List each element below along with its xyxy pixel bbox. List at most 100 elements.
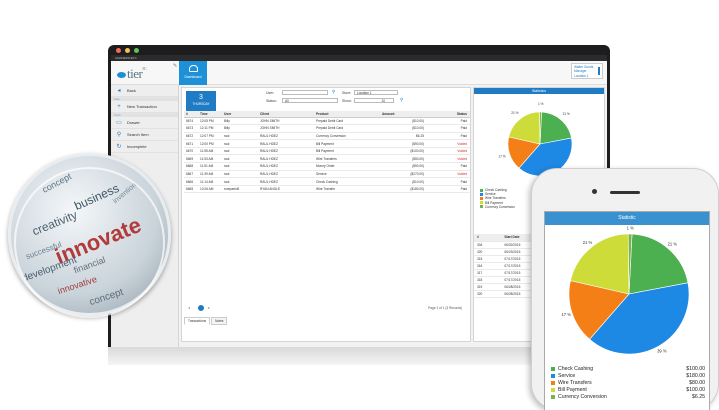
phone-legend: Check Cashing $100.00 Service $180.00 Wire T… — [551, 366, 705, 400]
user-filter-label: User: — [266, 91, 275, 95]
legend-swatch — [480, 205, 483, 209]
app-logo: tierEC — [117, 66, 147, 82]
table-row[interactable]: 6671 12:00 PM raul RAUL HDEZ Bill Payment ($9… — [184, 139, 470, 148]
user-filter-input[interactable] — [282, 90, 328, 95]
dashboard-tab[interactable]: Dashboard — [179, 61, 207, 85]
cell-time: 12:05 PM — [198, 117, 222, 126]
cell-amount: ($10.00) — [380, 177, 438, 186]
table-row[interactable]: 6672 12:07 PM raul RAUL HDEZ Currency Conver… — [184, 132, 470, 141]
next-page-icon[interactable]: ▸ — [208, 305, 210, 310]
pie-slice-label: 39 % — [657, 349, 667, 354]
user-menu-handle-icon — [598, 67, 600, 75]
sidebar-item-label: Search Item — [127, 132, 149, 137]
sidebar-item-back[interactable]: ◂ Back — [111, 85, 178, 97]
phone-legend-label: Wire Transfers — [558, 379, 592, 386]
phone-legend-label-group: Bill Payment — [551, 387, 587, 393]
apply-filter-search-icon[interactable]: ⚲ — [400, 97, 403, 103]
cell-product: Wire Transfer — [314, 185, 380, 194]
schedule-cell: 319 — [474, 283, 502, 291]
current-page-button[interactable] — [198, 305, 204, 311]
cell-user: raul — [222, 154, 258, 164]
phone-camera-icon — [592, 189, 597, 194]
phone-legend-item: Bill Payment $100.00 — [551, 386, 705, 393]
cell-num: 6674 — [184, 117, 198, 126]
legend-swatch — [551, 387, 555, 392]
maximize-dot-icon[interactable] — [134, 48, 139, 53]
cell-status: Voided — [438, 147, 470, 156]
cell-client: RAUL HDEZ — [258, 147, 314, 156]
show-filter-label: Show: — [342, 99, 352, 103]
cell-status: Paid — [438, 132, 470, 141]
close-dot-icon[interactable] — [116, 48, 121, 53]
cell-time: 11:39 AM — [198, 170, 222, 179]
pie-slice-label: 21 % — [668, 242, 678, 247]
user-menu[interactable]: Walter Goods Manager Location 1 — [571, 63, 603, 79]
cell-time: 11:14 AM — [198, 177, 222, 186]
table-row[interactable]: 6666 11:14 AM raul RAUL HDEZ Check Cashing ($… — [184, 177, 470, 186]
cell-user: raul — [222, 139, 258, 148]
cell-amount: ($90.00) — [380, 162, 438, 171]
logo-mark-icon — [117, 72, 126, 79]
cell-status: Paid — [438, 185, 470, 194]
pie-slice-label: 21 % — [583, 240, 593, 245]
cell-time: 12:00 PM — [198, 139, 222, 148]
table-row[interactable]: 6670 11:55 AM raul RAUL HDEZ Bill Payment ($1… — [184, 147, 470, 156]
cell-product: Money Order — [314, 162, 380, 171]
cell-num: 6668 — [184, 162, 198, 171]
logo-sup: EC — [142, 66, 147, 71]
cell-amount: ($90.00) — [380, 139, 438, 148]
cell-amount: ($100.00) — [380, 147, 438, 156]
cell-product: Wire Transfers — [314, 154, 380, 164]
cell-amount: ($10.00) — [380, 117, 438, 126]
prev-page-icon[interactable]: ◂ — [188, 305, 190, 310]
table-row[interactable]: 6669 11:53 AM raul RAUL HDEZ Wire Transfers(… — [184, 154, 470, 164]
cell-num: 6672 — [184, 132, 198, 141]
user-search-icon[interactable]: ⚲ — [332, 89, 335, 95]
phone-legend-label-group: Service — [551, 373, 575, 379]
sidebar-item-label: Incomplete — [127, 144, 147, 149]
show-select[interactable]: 10 — [354, 98, 394, 103]
cell-time: 11:55 AM — [198, 147, 222, 156]
app-header: tierEC ✎ Dashboard Walter Goods Manager … — [111, 61, 607, 85]
table-row[interactable]: 6674 12:05 PM Billy JOHN SMITH Prepaid Debit… — [184, 117, 470, 126]
schedule-cell: 315 — [474, 255, 502, 263]
status-select[interactable]: All — [282, 98, 338, 103]
minimize-dot-icon[interactable] — [125, 48, 130, 53]
sidebar-item-new-transaction[interactable]: + New Transaction — [111, 101, 178, 113]
cell-user: raul — [222, 162, 258, 171]
cell-user: raul — [222, 132, 258, 141]
table-row[interactable]: 6667 11:39 AM raul RAUL HDEZ Service ($270.00… — [184, 170, 470, 179]
bottom-tabs: Transactions Notes — [184, 317, 228, 325]
table-row[interactable]: 6673 12:11 PM Billy JOHN SMITH Prepaid Debit… — [184, 124, 470, 133]
cell-amount: ($270.00) — [380, 170, 438, 179]
cell-user: Billy — [222, 124, 258, 133]
table-row[interactable]: 6668 11:51 AM raul RAUL HDEZ Money Order ($90… — [184, 162, 470, 171]
cell-user: raul — [222, 177, 258, 186]
pin-icon[interactable]: ✎ — [173, 63, 177, 69]
tab-notes[interactable]: Notes — [211, 317, 228, 325]
phone-legend-label: Bill Payment — [558, 386, 587, 393]
sidebar-item-label: New Transaction — [127, 104, 157, 109]
cell-status: Voided — [438, 154, 470, 164]
pager-text: Page 1 of 1 (3 Records) — [428, 306, 462, 310]
sidebar-item-drawer[interactable]: ▭ Drawer — [111, 117, 178, 129]
legend-swatch — [551, 367, 555, 372]
table-row[interactable]: 6665 10:26 AM rorepartoB RYAN ANGLE Wire Tra… — [184, 185, 470, 194]
legend-swatch — [551, 380, 555, 385]
cell-time: 10:26 AM — [198, 185, 222, 194]
sidebar-item-search[interactable]: ⚲ Search Item — [111, 129, 178, 141]
sidebar-item-incomplete[interactable]: ↻ Incomplete — [111, 141, 178, 153]
phone-legend-amount: $80.00 — [689, 379, 705, 386]
pie-slice-label: 17 % — [498, 154, 505, 158]
schedule-col-number[interactable]: # — [474, 234, 502, 242]
cell-time: 11:51 AM — [198, 162, 222, 171]
search-icon: ⚲ — [116, 132, 122, 138]
store-select[interactable]: Location 1 — [354, 90, 398, 95]
tab-transactions[interactable]: Transactions — [184, 317, 211, 325]
cell-status: Paid — [438, 177, 470, 186]
schedule-cell: 334 — [474, 241, 502, 249]
legend-swatch — [480, 196, 483, 200]
refresh-icon: ↻ — [116, 144, 122, 150]
cell-client: RYAN ANGLE — [258, 185, 314, 194]
phone-legend-item: Service $180.00 — [551, 373, 705, 380]
